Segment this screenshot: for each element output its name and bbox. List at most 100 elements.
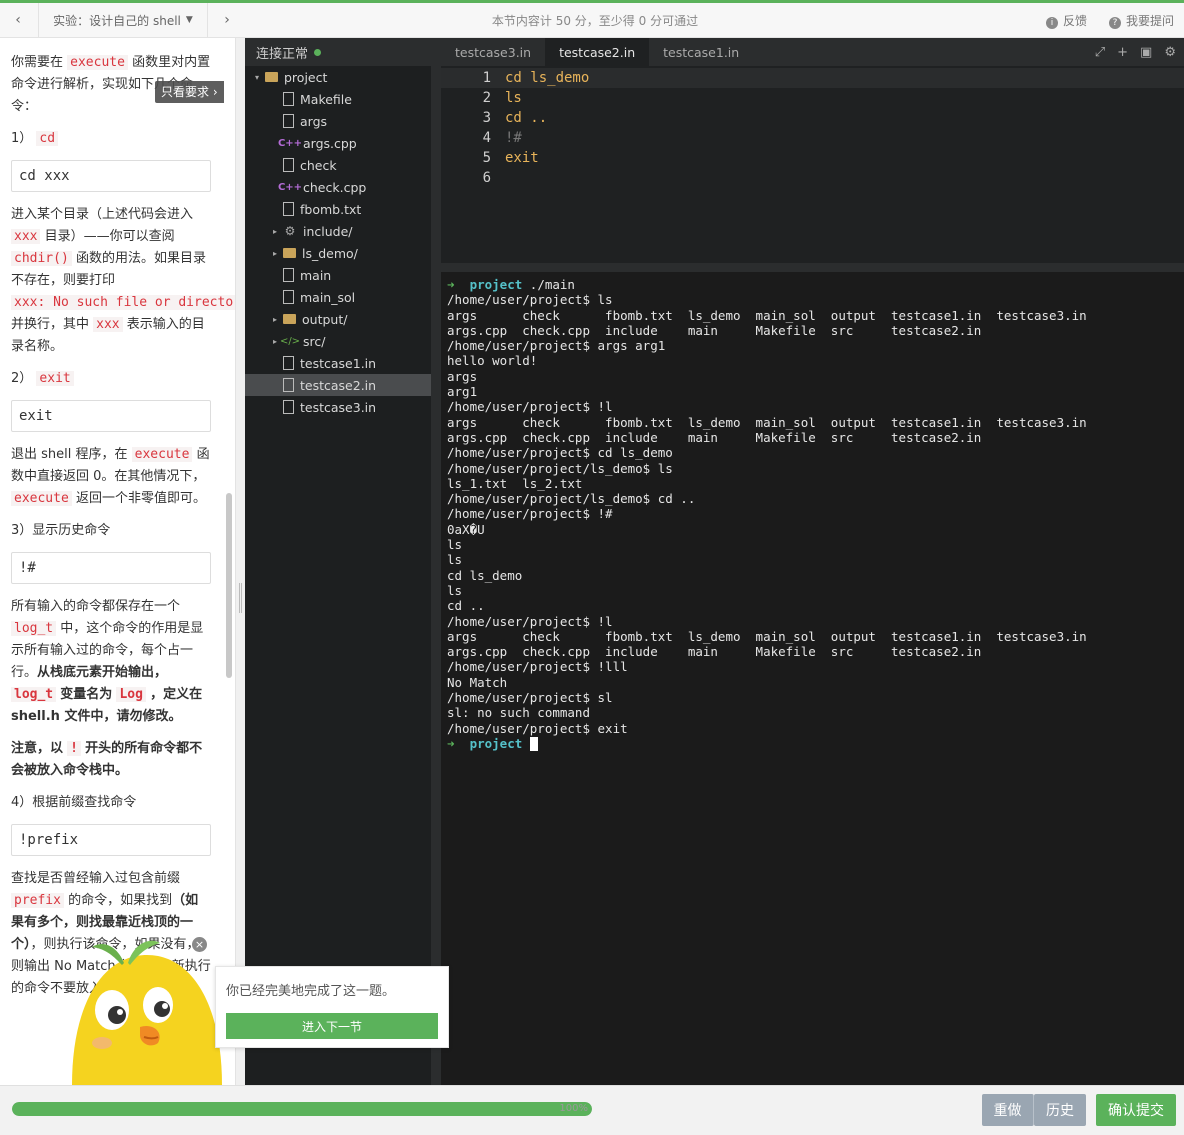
save-icon[interactable]: ▣: [1140, 45, 1152, 60]
file-tree-item[interactable]: testcase1.in: [245, 352, 431, 374]
terminal-line: /home/user/project$ sl: [447, 690, 613, 706]
vertical-scrollbar[interactable]: [226, 493, 232, 678]
expand-arrow-icon[interactable]: ▸: [271, 315, 279, 324]
terminal-line: /home/user/project$ !lll: [447, 659, 628, 675]
file-tree-item[interactable]: ▸ ⚙ include/: [245, 220, 431, 242]
file-tree-item[interactable]: testcase3.in: [245, 396, 431, 418]
bottom-bar: 100% 重做 历史 确认提交: [0, 1085, 1184, 1135]
exit-paragraph: 退出 shell 程序，在 execute 函数中直接返回 0。在其他情况下， …: [11, 447, 210, 506]
note-paragraph: 注意，以 ! 开头的所有命令都不会被放入命令栈中。: [11, 741, 203, 778]
section-exit-heading: 2） exit: [11, 368, 211, 390]
history-paragraph: 所有输入的命令都保存在一个 log_t 中，这个命令的作用是显示所有输入过的命令…: [11, 599, 204, 724]
editor-terminal-divider[interactable]: [441, 263, 1184, 272]
file-tree-item[interactable]: ▾ project: [245, 66, 431, 88]
section-cd-heading: 1） cd: [11, 128, 211, 150]
progress-label: 100%: [559, 1103, 588, 1114]
code-line[interactable]: 6: [441, 168, 1184, 188]
file-icon: [283, 378, 294, 392]
file-tree-item[interactable]: main_sol: [245, 286, 431, 308]
progress-fill: [12, 1102, 592, 1116]
explorer-resizer[interactable]: [431, 38, 441, 1085]
file-tree-label: main_sol: [300, 289, 356, 305]
connection-status-label: 连接正常: [256, 46, 309, 62]
add-icon[interactable]: +: [1117, 45, 1128, 60]
expand-arrow-icon[interactable]: ▸: [271, 227, 279, 236]
section-history-heading: 3）显示历史命令: [11, 523, 111, 538]
exit-example-box: exit: [11, 400, 211, 432]
completion-popup: 你已经完美地完成了这一题。 进入下一节: [215, 966, 449, 1048]
terminal-prompt-line: ➜ project ./main: [447, 277, 1178, 292]
feedback-button[interactable]: i 反馈: [1045, 12, 1087, 29]
mascot-illustration: [72, 940, 222, 1085]
code-line[interactable]: 2 ls: [441, 88, 1184, 108]
prompt-arrow-icon: ➜: [447, 735, 470, 751]
chevron-right-icon[interactable]: ›: [209, 3, 245, 37]
terminal-line: hello world!: [447, 353, 538, 369]
file-explorer: 连接正常 ▾ project Makefile args C++ args.cpp chec…: [245, 38, 431, 1085]
submit-button[interactable]: 确认提交: [1096, 1094, 1176, 1126]
file-tree-item[interactable]: ▸ </> src/: [245, 330, 431, 352]
terminal-line: /home/user/project$ !l: [447, 613, 613, 629]
file-tree-label: testcase1.in: [300, 355, 377, 371]
terminal-line: No Match: [447, 674, 508, 690]
gear-icon[interactable]: ⚙: [1164, 45, 1176, 60]
file-tree-item[interactable]: Makefile: [245, 88, 431, 110]
expand-icon[interactable]: ⤢: [1095, 45, 1105, 60]
chevron-left-icon[interactable]: ‹: [0, 3, 36, 37]
code-line[interactable]: 4 !#: [441, 128, 1184, 148]
file-tree-label: src/: [303, 333, 326, 349]
feedback-label: 反馈: [1062, 13, 1087, 28]
ask-button[interactable]: ? 我要提问: [1108, 12, 1174, 29]
prompt-arrow-icon: ➜: [447, 277, 470, 292]
terminal-line: args check fbomb.txt ls_demo main_sol ou…: [447, 307, 1087, 323]
panel-resizer[interactable]: [236, 38, 245, 1085]
history-button[interactable]: 历史: [1034, 1094, 1086, 1126]
top-actions: i 反馈 ? 我要提问: [1045, 3, 1174, 37]
editor-tab[interactable]: testcase3.in: [441, 38, 545, 66]
terminal-line: sl: no such command: [447, 705, 590, 721]
lesson-selector[interactable]: 实验：设计自己的 shell ▼: [38, 3, 208, 37]
terminal[interactable]: ➜ project ./main/home/user/project$ ls ar…: [441, 272, 1184, 1085]
terminal-line: /home/user/project$ exit: [447, 720, 628, 736]
file-tree-item[interactable]: check: [245, 154, 431, 176]
connection-status: 连接正常: [245, 38, 431, 66]
editor-tab[interactable]: testcase2.in: [545, 38, 650, 66]
file-icon: [283, 92, 294, 106]
file-tree-item[interactable]: ▸ output/: [245, 308, 431, 330]
cd-paragraph: 进入某个目录（上述代码会进入 xxx 目录）——你可以查阅 chdir() 函数…: [11, 204, 235, 358]
file-tree-item[interactable]: args: [245, 110, 431, 132]
terminal-line: /home/user/project$ args arg1: [447, 338, 666, 354]
file-icon: [283, 268, 294, 282]
completion-message: 你已经完美地完成了这一题。: [226, 984, 396, 999]
file-tree-item[interactable]: testcase2.in: [245, 374, 431, 396]
line-number: 2: [482, 90, 491, 106]
requirements-only-toggle[interactable]: 只看要求 ›: [155, 81, 224, 103]
editor-tab[interactable]: testcase1.in: [649, 38, 753, 66]
file-tree-label: Makefile: [300, 91, 352, 107]
terminal-line: /home/user/project$ !l: [447, 399, 613, 415]
expand-arrow-icon[interactable]: ▾: [253, 73, 261, 82]
file-tree-item[interactable]: C++ check.cpp: [245, 176, 431, 198]
code-editor: testcase3.in testcase2.in testcase1.in ⤢ +…: [441, 38, 1184, 263]
terminal-line: /home/user/project$ cd ls_demo: [447, 445, 673, 461]
redo-button[interactable]: 重做: [982, 1094, 1034, 1126]
file-tree-item[interactable]: ▸ ls_demo/: [245, 242, 431, 264]
line-number: 1: [482, 70, 491, 86]
file-tree-item[interactable]: fbomb.txt: [245, 198, 431, 220]
code-line[interactable]: 1 cd ls_demo: [441, 68, 1184, 88]
folder-icon: [265, 72, 278, 82]
file-tree-item[interactable]: main: [245, 264, 431, 286]
file-tree-item[interactable]: C++ args.cpp: [245, 132, 431, 154]
next-section-button[interactable]: 进入下一节: [226, 1013, 438, 1039]
status-dot-icon: [314, 48, 322, 56]
code-line[interactable]: 5 exit: [441, 148, 1184, 168]
expand-arrow-icon[interactable]: ▸: [271, 337, 279, 346]
line-number: 4: [482, 130, 491, 146]
terminal-line: args.cpp check.cpp include main Makefile…: [447, 322, 982, 338]
code-line[interactable]: 3 cd ..: [441, 108, 1184, 128]
progress-bar: 100%: [12, 1102, 592, 1116]
folder-icon: [283, 314, 296, 324]
file-icon: [283, 202, 294, 216]
code-lines[interactable]: 1 cd ls_demo 2 ls 3 cd .. 4 !# 5 exit 6: [441, 68, 1184, 188]
expand-arrow-icon[interactable]: ▸: [271, 249, 279, 258]
